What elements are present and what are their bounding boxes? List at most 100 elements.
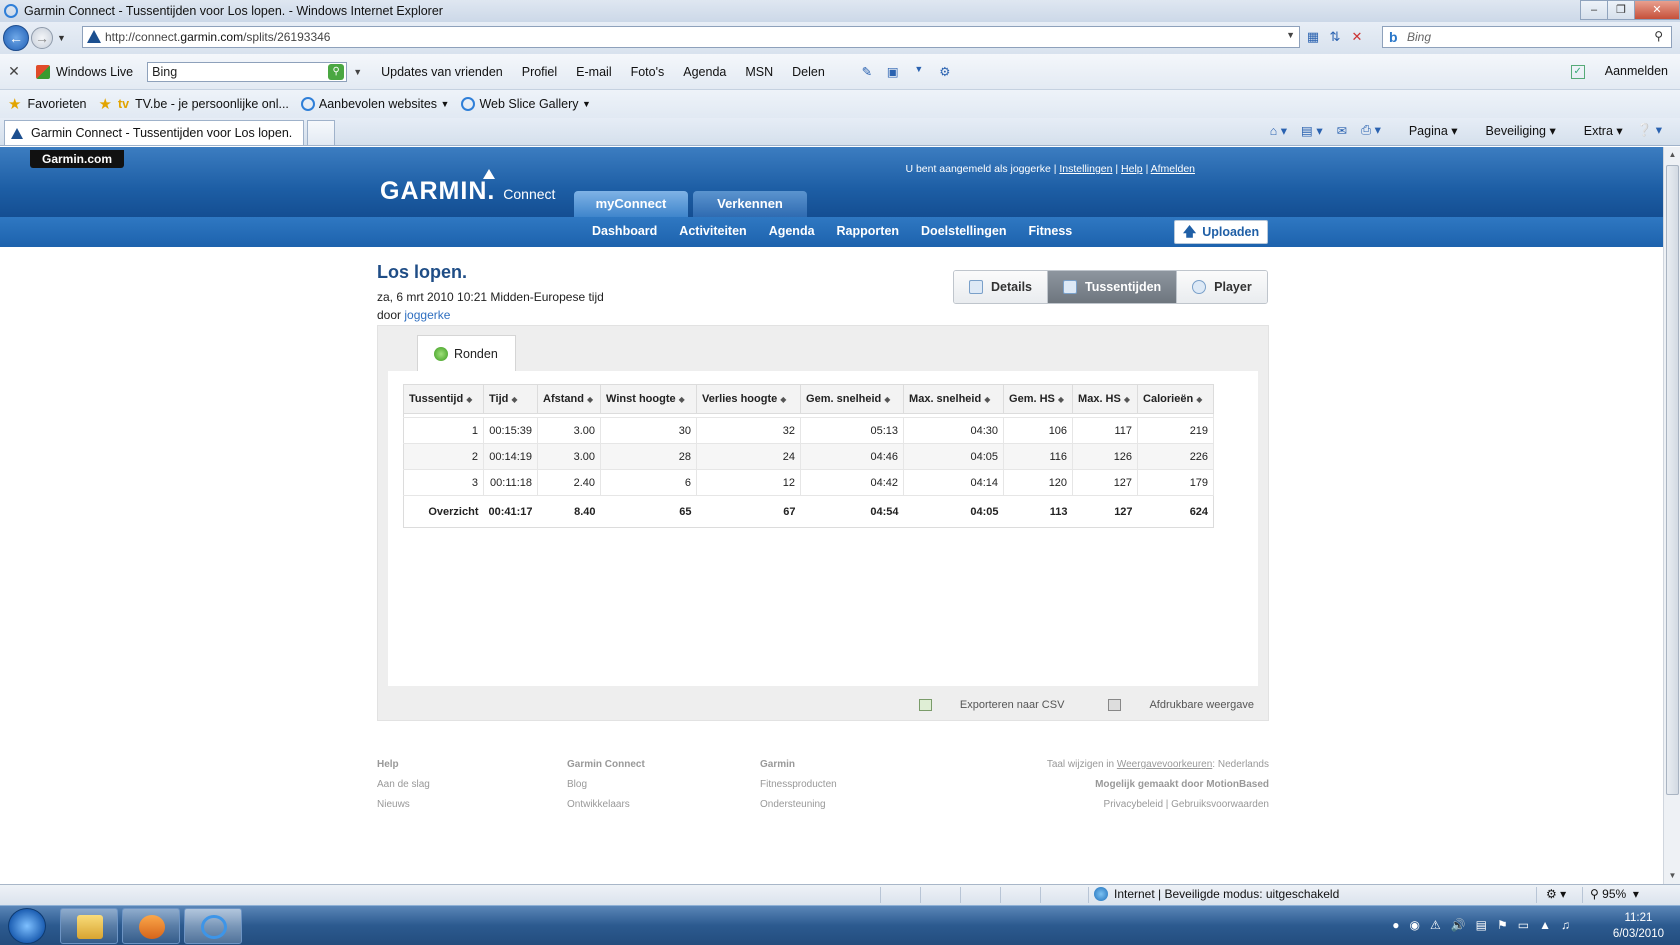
footer-powered-by[interactable]: Mogelijk gemaakt door MotionBased	[1047, 779, 1269, 799]
toolbar-link-updates[interactable]: Updates van vrienden	[381, 65, 503, 79]
favorite-web-slice[interactable]: Web Slice Gallery ▼	[461, 97, 591, 111]
back-button[interactable]: ←	[3, 25, 29, 51]
taskbar-media-player[interactable]	[122, 908, 180, 944]
column-header[interactable]: Gem. snelheid ◆	[800, 384, 905, 414]
address-bar[interactable]: http://connect. garmin.com/splits/2619334…	[82, 26, 1300, 48]
toolbar-link-profiel[interactable]: Profiel	[522, 65, 557, 79]
tray-speaker-icon[interactable]: ♫	[1561, 918, 1570, 932]
highlight-icon[interactable]: ▣	[880, 64, 906, 79]
tray-display-icon[interactable]: ▤	[1476, 918, 1487, 932]
taskbar-clock[interactable]: 11:21 6/03/2010	[1613, 910, 1664, 942]
footer-link-garmin-connect[interactable]: Garmin Connect	[567, 759, 645, 779]
nav-doelstellingen[interactable]: Doelstellingen	[921, 224, 1006, 238]
home-icon[interactable]: ⌂ ▾	[1270, 123, 1287, 138]
toolbar-search-input[interactable]: Bing ⚲ ▼	[147, 61, 362, 82]
share-icon[interactable]: ✎	[854, 64, 880, 79]
tray-app-icon[interactable]: ●	[1392, 918, 1399, 932]
column-header[interactable]: Winst hoogte ◆	[600, 384, 698, 414]
favorite-tv-be[interactable]: ★ tv TV.be - je persoonlijke onl...	[99, 95, 289, 113]
zoom-level[interactable]: ⚲ 95% ▾	[1590, 887, 1639, 901]
link-help[interactable]: Help	[1121, 163, 1143, 175]
command-beveiliging[interactable]: Beveiliging ▾	[1472, 123, 1556, 138]
nav-dashboard[interactable]: Dashboard	[592, 224, 657, 238]
footer-link-help[interactable]: Help	[377, 759, 430, 779]
tab-ronden[interactable]: Ronden	[417, 335, 516, 371]
export-csv-link[interactable]: Exporteren naar CSV	[897, 699, 1064, 711]
scroll-down-icon[interactable]: ▼	[1664, 868, 1680, 884]
column-header[interactable]: Verlies hoogte ◆	[696, 384, 802, 414]
nav-rapporten[interactable]: Rapporten	[837, 224, 900, 238]
mail-icon[interactable]: ✉	[1337, 123, 1347, 138]
column-header[interactable]: Tussentijd ◆	[403, 384, 484, 414]
footer-link-blog[interactable]: Blog	[567, 779, 645, 799]
footer-legal-links[interactable]: Privacybeleid | Gebruiksvoorwaarden	[1047, 799, 1269, 819]
command-extra[interactable]: Extra ▾	[1570, 123, 1623, 138]
toolbar-link-email[interactable]: E-mail	[576, 65, 611, 79]
column-header[interactable]: Max. snelheid ◆	[903, 384, 1005, 414]
stop-icon[interactable]: ✕	[1346, 26, 1368, 48]
highlight-dropdown-icon[interactable]: ▼	[906, 64, 932, 79]
footer-link-ontwikkelaars[interactable]: Ontwikkelaars	[567, 799, 645, 819]
footer-link-fitnessproducten[interactable]: Fitnessproducten	[760, 779, 837, 799]
view-tab-tussentijden[interactable]: Tussentijden	[1048, 271, 1178, 303]
refresh-icon[interactable]: ⇅	[1324, 26, 1346, 48]
taskbar-explorer[interactable]	[60, 908, 118, 944]
column-header[interactable]: Tijd ◆	[482, 384, 539, 414]
help-icon[interactable]: ❔ ▾	[1637, 122, 1662, 138]
security-zone[interactable]: Internet | Beveiligde modus: uitgeschake…	[1094, 887, 1339, 901]
upload-button[interactable]: 🡅 Uploaden	[1174, 220, 1268, 244]
column-header[interactable]: Calorieën ◆	[1137, 384, 1215, 414]
column-header[interactable]: Max. HS ◆	[1072, 384, 1139, 414]
close-window-button[interactable]: ✕	[1634, 0, 1680, 20]
command-pagina[interactable]: Pagina ▾	[1395, 123, 1458, 138]
toolbar-link-fotos[interactable]: Foto's	[631, 65, 665, 79]
compatibility-icon[interactable]: ▦	[1302, 26, 1324, 48]
garmin-connect-logo[interactable]: GARMIN. Connect	[380, 169, 555, 206]
close-toolbar-icon[interactable]: ✕	[0, 63, 28, 80]
history-dropdown-icon[interactable]: ▼	[57, 33, 66, 43]
tab-myconnect[interactable]: myConnect	[574, 191, 688, 217]
search-box[interactable]: b Bing ⚲	[1382, 26, 1672, 48]
footer-link-nieuws[interactable]: Nieuws	[377, 799, 430, 819]
print-view-link[interactable]: Afdrukbare weergave	[1086, 699, 1254, 711]
toolbar-search-go-icon[interactable]: ⚲	[328, 63, 345, 80]
nav-fitness[interactable]: Fitness	[1028, 224, 1072, 238]
nav-agenda[interactable]: Agenda	[769, 224, 815, 238]
protected-mode-icon[interactable]: ⚙ ▾	[1546, 887, 1566, 901]
taskbar-internet-explorer[interactable]	[184, 908, 242, 944]
address-dropdown-icon[interactable]: ▼	[1286, 30, 1295, 40]
tray-warning-icon[interactable]: ⚠	[1430, 918, 1441, 932]
favorites-button[interactable]: Favorieten	[27, 97, 86, 111]
maximize-button[interactable]: ❐	[1607, 0, 1635, 20]
tray-security-icon[interactable]: ◉	[1409, 918, 1419, 932]
scroll-thumb[interactable]	[1666, 165, 1679, 795]
column-header[interactable]: Gem. HS ◆	[1003, 384, 1074, 414]
footer-link-aan-de-slag[interactable]: Aan de slag	[377, 779, 430, 799]
scroll-up-icon[interactable]: ▲	[1664, 147, 1680, 163]
page-scrollbar[interactable]: ▲ ▼	[1663, 147, 1680, 884]
column-header[interactable]: Afstand ◆	[537, 384, 602, 414]
start-button[interactable]	[8, 908, 46, 944]
tray-flag-icon[interactable]: ⚑	[1497, 918, 1508, 932]
favorites-star-icon[interactable]: ★	[8, 95, 21, 113]
view-tab-player[interactable]: Player	[1177, 271, 1267, 303]
toolbar-link-delen[interactable]: Delen	[792, 65, 825, 79]
toolbar-link-agenda[interactable]: Agenda	[683, 65, 726, 79]
footer-link-weergavevoorkeuren[interactable]: Weergavevoorkeuren	[1117, 759, 1212, 770]
new-tab-button[interactable]	[307, 120, 335, 145]
browser-tab-active[interactable]: Garmin Connect - Tussentijden voor Los l…	[4, 120, 304, 145]
toolbar-search-dropdown-icon[interactable]: ▼	[353, 63, 362, 81]
tray-volume-icon[interactable]: 🔊	[1451, 918, 1466, 932]
forward-button[interactable]: →	[31, 27, 53, 49]
tray-device-icon[interactable]: ▭	[1518, 918, 1529, 932]
windows-live-button[interactable]: Windows Live	[36, 64, 133, 79]
link-instellingen[interactable]: Instellingen	[1059, 163, 1112, 175]
tab-verkennen[interactable]: Verkennen	[693, 191, 807, 217]
footer-link-garmin[interactable]: Garmin	[760, 759, 837, 779]
search-icon[interactable]: ⚲	[1654, 29, 1663, 43]
translate-icon[interactable]: ⚙	[932, 64, 958, 79]
signin-button[interactable]: ✓ Aanmelden	[1570, 64, 1668, 79]
view-tab-details[interactable]: Details	[954, 271, 1048, 303]
footer-link-ondersteuning[interactable]: Ondersteuning	[760, 799, 837, 819]
tray-signal-icon[interactable]: ▲	[1539, 918, 1551, 932]
